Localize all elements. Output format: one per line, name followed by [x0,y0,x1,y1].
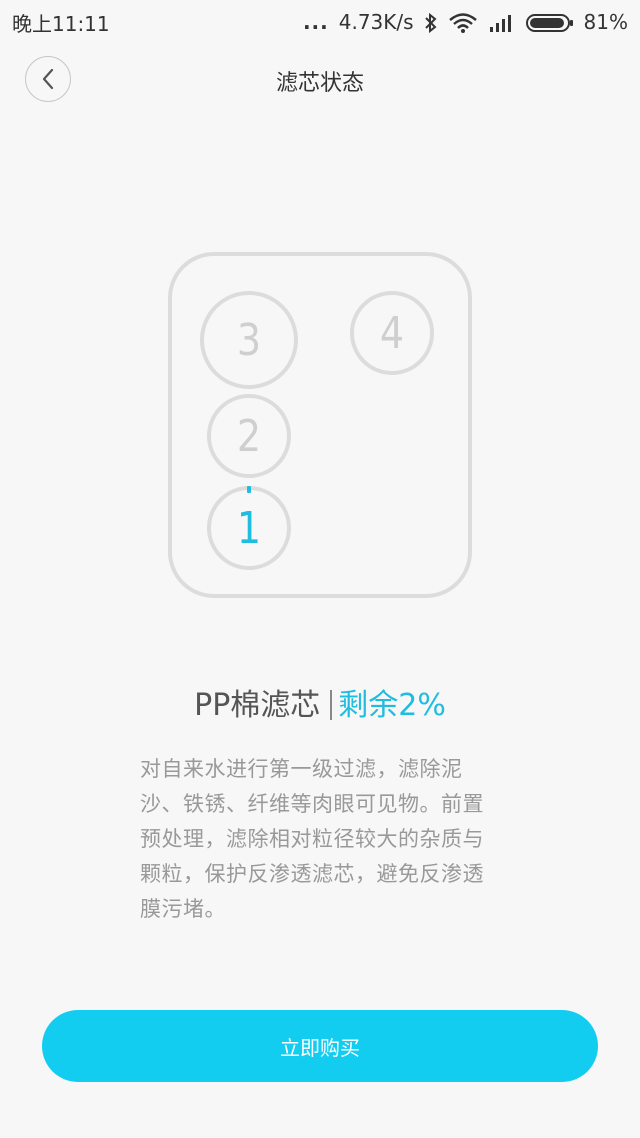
title-divider [330,689,333,720]
page-title: 滤芯状态 [275,71,364,96]
filter-diagram: 3 4 2 1 [168,252,472,598]
bluetooth-icon [424,10,438,35]
cellular-signal-icon [488,10,516,35]
status-time: 晚上11:11 [12,11,110,36]
filter-name: PP棉滤芯 [194,688,321,723]
signal-dots: ... [302,10,329,34]
remaining-percent: 剩余2% [338,688,446,723]
filter-slot-1[interactable]: 1 [207,486,291,570]
buy-now-button[interactable]: 立即购买 [42,1010,598,1082]
network-speed: 4.73K/s [338,10,414,34]
status-bar: 晚上11:11 ... 4.73K/s 81% [0,0,640,44]
filter-slot-3[interactable]: 3 [200,291,298,389]
filter-slot-2[interactable]: 2 [207,394,291,478]
filter-slot-4[interactable]: 4 [350,291,434,375]
header: 滤芯状态 [0,50,640,110]
filter-description: 对自来水进行第一级过滤，滤除泥沙、铁锈、纤维等肉眼可见物。前置预处理，滤除相对粒… [140,757,484,921]
remaining-progress-indicator [247,486,251,493]
screen: 晚上11:11 ... 4.73K/s 81% 滤芯状态 3 4 2 1 PP棉… [0,0,640,1138]
wifi-icon [448,10,478,35]
battery-percent: 81% [583,10,628,34]
filter-title: PP棉滤芯 剩余2% [0,680,640,724]
battery-icon [525,10,574,35]
